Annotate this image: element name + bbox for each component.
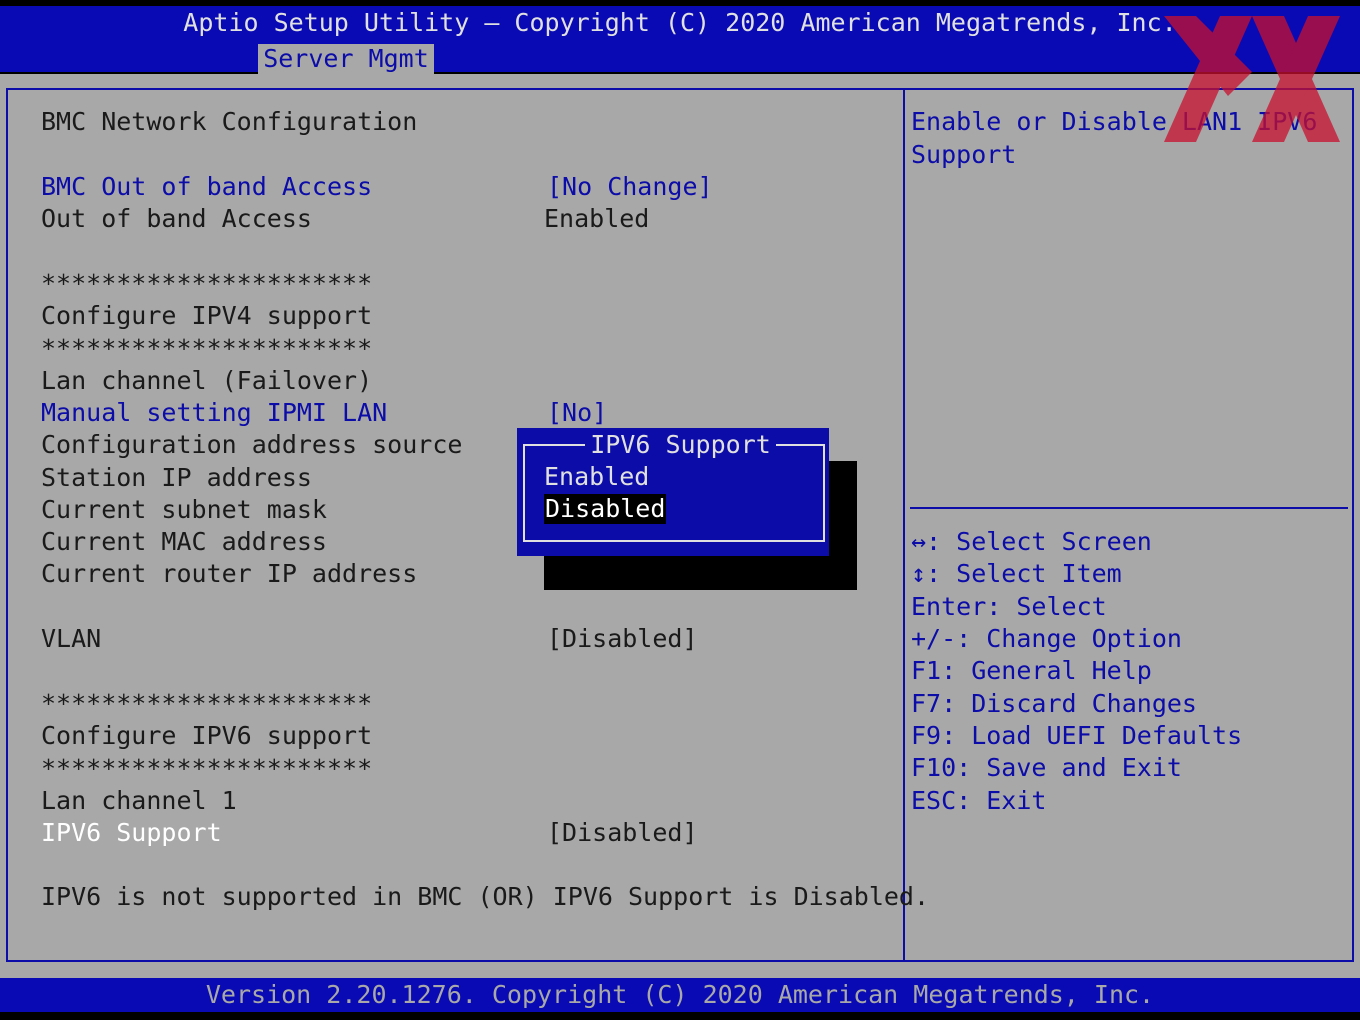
key-hint-general-help: F1: General Help [911, 656, 1152, 685]
key-hint-select-screen: ↔: Select Screen [911, 527, 1152, 556]
ipv6-note: IPV6 is not supported in BMC (OR) IPV6 S… [41, 882, 930, 911]
separator-stars: ********************** [41, 754, 373, 783]
vertical-divider [903, 88, 905, 960]
help-divider [910, 507, 1348, 509]
popup-frame-top-left [523, 444, 585, 446]
lan-channel-1: Lan channel 1 [41, 786, 237, 815]
separator-stars: ********************** [41, 334, 373, 363]
config-address-source-label: Configuration address source [41, 430, 463, 459]
lan-channel-failover: Lan channel (Failover) [41, 366, 373, 395]
oob-access-label: Out of band Access [41, 204, 312, 233]
router-ip-label: Current router IP address [41, 559, 418, 588]
key-hint-discard-changes: F7: Discard Changes [911, 689, 1197, 718]
vlan-label: VLAN [41, 624, 102, 653]
popup-title: IPV6 Support [590, 430, 771, 459]
popup-option-enabled[interactable]: Enabled [544, 462, 649, 492]
help-description-line2: Support [911, 140, 1017, 169]
station-ip-label: Station IP address [41, 463, 312, 492]
footer-version: Version 2.20.1276. Copyright (C) 2020 Am… [205, 980, 1155, 1009]
bmc-oob-access-label[interactable]: BMC Out of band Access [41, 171, 372, 203]
mac-address-label: Current MAC address [41, 527, 327, 556]
key-hint-select-item: ↕: Select Item [911, 559, 1122, 588]
vlan-value: [Disabled] [547, 624, 698, 653]
ipv6-support-value[interactable]: [Disabled] [547, 817, 698, 849]
separator-stars: ********************** [41, 269, 373, 298]
key-hint-esc-exit: ESC: Exit [911, 786, 1047, 815]
oob-access-value: Enabled [544, 204, 650, 233]
section-title: BMC Network Configuration [41, 107, 418, 136]
key-hint-change-option: +/-: Change Option [911, 624, 1182, 653]
ipv6-heading: Configure IPV6 support [41, 721, 373, 750]
ipv6-support-label[interactable]: IPV6 Support [41, 817, 222, 849]
subnet-mask-label: Current subnet mask [41, 495, 327, 524]
bmc-oob-access-value[interactable]: [No Change] [547, 171, 713, 203]
key-hint-save-exit: F10: Save and Exit [911, 753, 1182, 782]
manual-ipmi-lan-label[interactable]: Manual setting IPMI LAN [41, 397, 387, 429]
tab-server-mgmt[interactable]: Server Mgmt [258, 44, 434, 74]
watermark-logo-icon [1164, 16, 1340, 142]
app-title: Aptio Setup Utility – Copyright (C) 2020… [183, 8, 1177, 37]
ipv4-heading: Configure IPV4 support [41, 301, 373, 330]
popup-frame-top-right [776, 444, 825, 446]
key-hint-load-defaults: F9: Load UEFI Defaults [911, 721, 1243, 750]
popup-option-disabled[interactable]: Disabled [544, 494, 667, 524]
key-hint-enter: Enter: Select [911, 592, 1107, 621]
manual-ipmi-lan-value[interactable]: [No] [547, 397, 607, 429]
separator-stars: ********************** [41, 689, 373, 718]
